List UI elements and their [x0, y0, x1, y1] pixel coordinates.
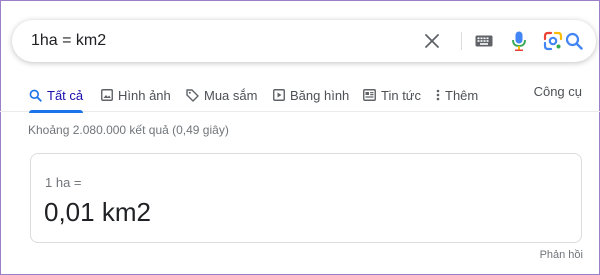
- keyboard-icon[interactable]: [473, 30, 495, 52]
- tab-images[interactable]: Hình ảnh: [101, 84, 171, 106]
- microphone-icon[interactable]: [508, 30, 530, 52]
- image-icon: [101, 89, 113, 101]
- tag-icon: [186, 88, 199, 102]
- more-vert-icon: [436, 89, 440, 101]
- search-bar[interactable]: 1ha = km2: [12, 20, 596, 62]
- close-icon[interactable]: [421, 30, 443, 52]
- google-lens-icon[interactable]: [542, 30, 564, 52]
- tab-label: Thêm: [445, 87, 479, 103]
- results-stats: Khoảng 2.080.000 kết quả (0,49 giây): [28, 123, 229, 137]
- tab-all[interactable]: Tất cả: [29, 84, 84, 113]
- converter-equation: 1 ha =: [45, 175, 82, 190]
- tools-button[interactable]: Công cụ: [534, 84, 582, 99]
- news-icon: [363, 89, 376, 101]
- tab-label: Tin tức: [381, 87, 422, 103]
- tab-shopping[interactable]: Mua sắm: [186, 84, 257, 106]
- search-icon[interactable]: [563, 30, 585, 52]
- unit-converter-card: 1 ha = 0,01 km2: [30, 153, 582, 243]
- tab-more[interactable]: Thêm: [436, 84, 478, 106]
- tab-label: Băng hình: [290, 87, 350, 103]
- feedback-link[interactable]: Phản hồi: [540, 249, 583, 261]
- tab-label: Hình ảnh: [118, 87, 171, 103]
- search-tabs: Tất cả Hình ảnh Mua sắm Băng hình Tin tứ…: [0, 78, 600, 113]
- search-input[interactable]: 1ha = km2: [31, 32, 106, 50]
- tab-label: Tất cả: [47, 87, 84, 103]
- search-bar-divider: [461, 32, 462, 50]
- tab-label: Mua sắm: [204, 87, 258, 103]
- converter-result: 0,01 km2: [44, 197, 151, 227]
- play-icon: [273, 89, 285, 101]
- search-icon: [29, 89, 42, 102]
- tab-videos[interactable]: Băng hình: [273, 84, 349, 106]
- tab-news[interactable]: Tin tức: [363, 84, 421, 106]
